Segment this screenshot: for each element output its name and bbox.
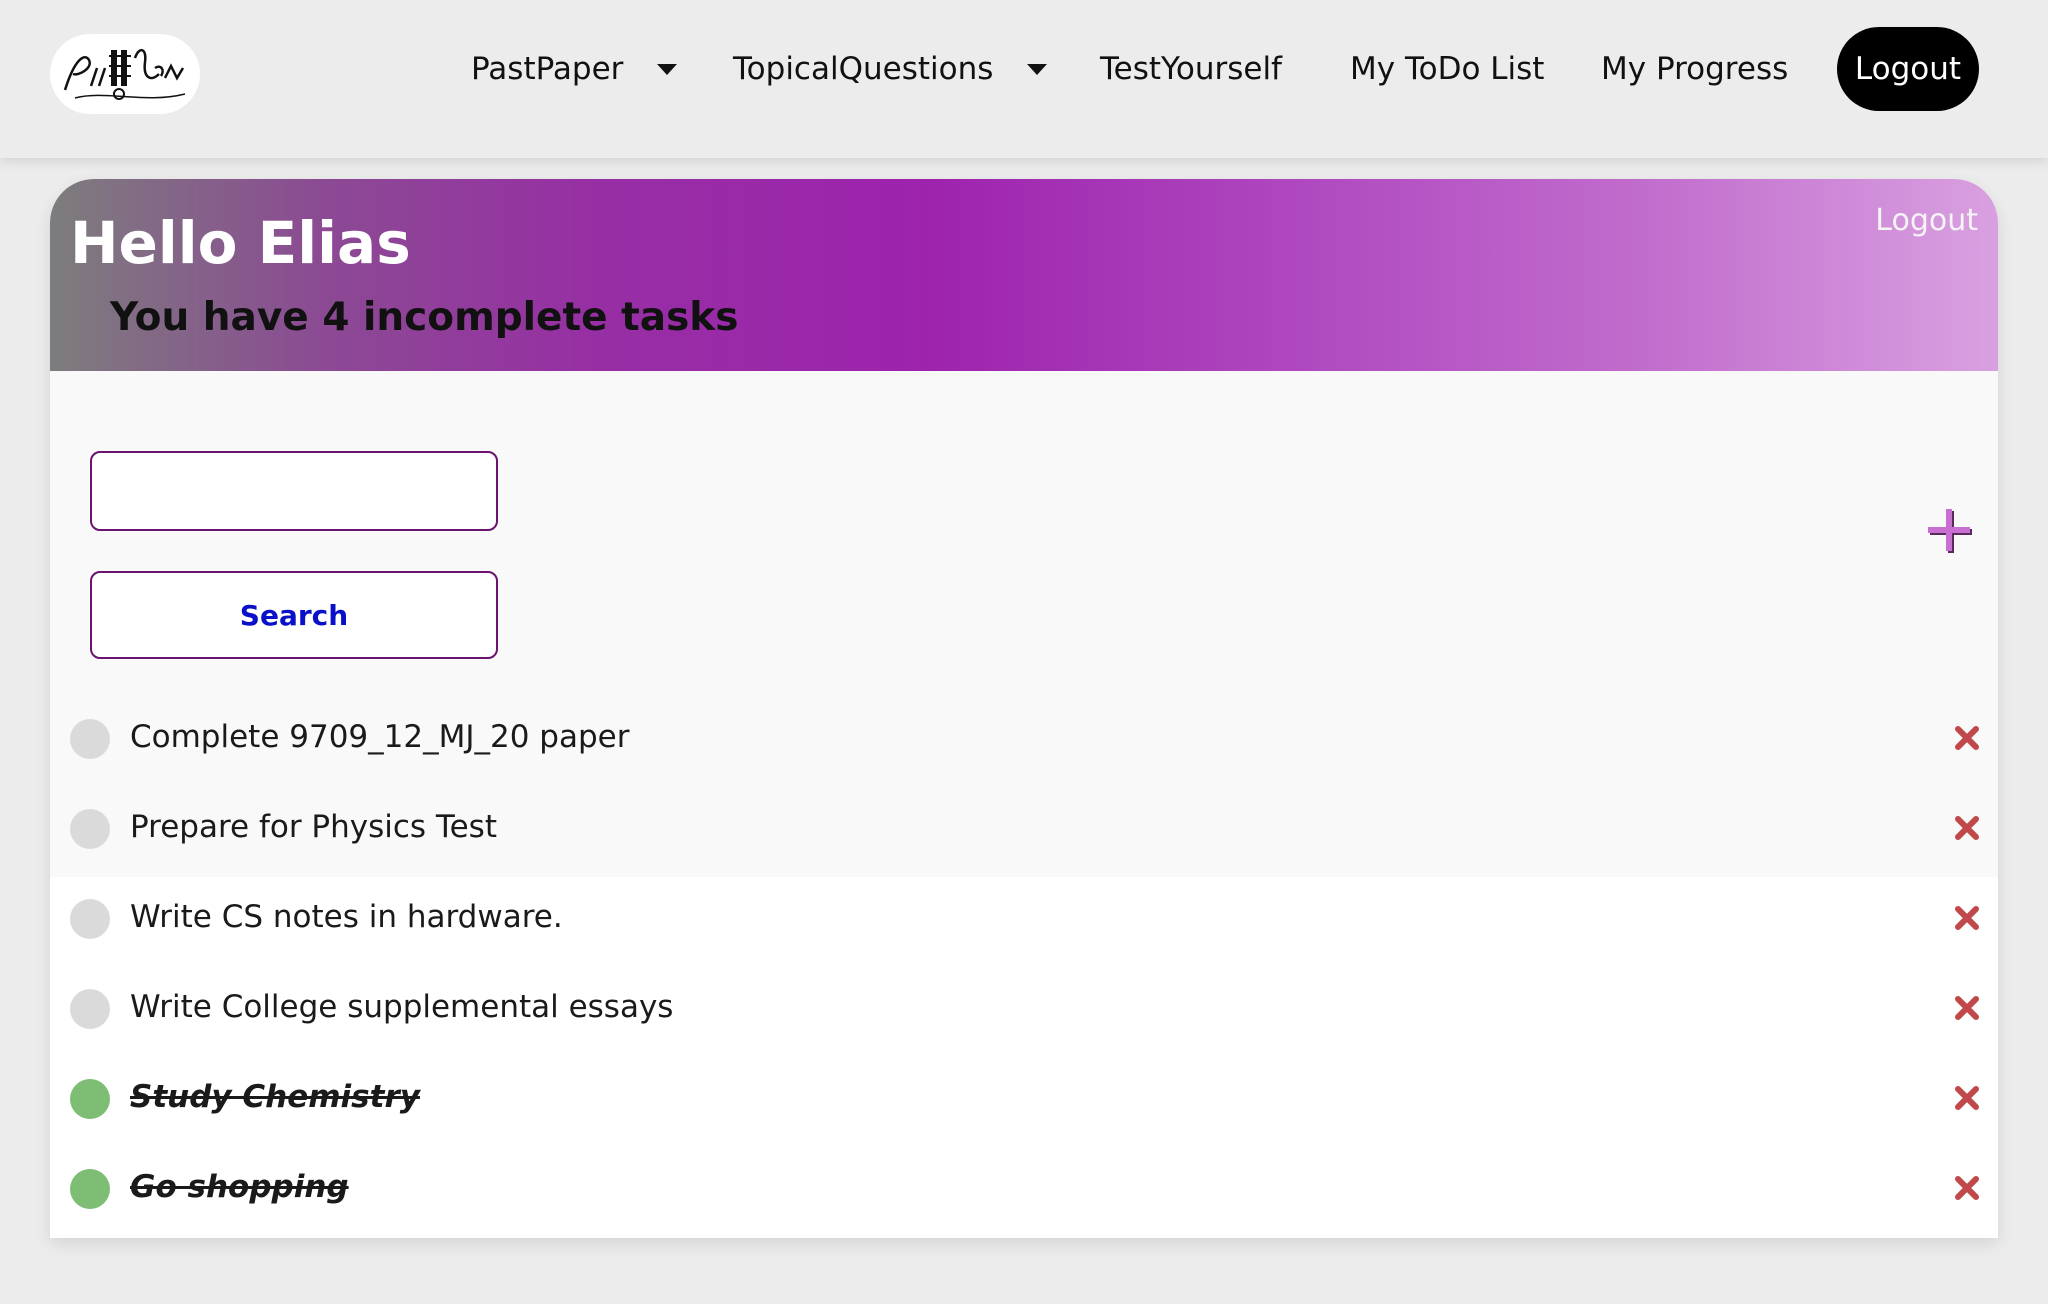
todo-card: Hello Elias You have 4 incomplete tasks … xyxy=(50,179,1998,1238)
nav-my-todo-list[interactable]: My ToDo List xyxy=(1350,46,1544,92)
search-button[interactable]: Search xyxy=(90,571,498,659)
nav-testyourself-label: TestYourself xyxy=(1100,51,1282,87)
task-status-toggle[interactable] xyxy=(70,719,110,759)
logo-icon xyxy=(57,40,193,108)
delete-icon[interactable] xyxy=(1954,1175,1980,1201)
chevron-down-icon[interactable] xyxy=(1027,63,1048,75)
delete-icon[interactable] xyxy=(1954,1085,1980,1111)
task-text: Write College supplemental essays xyxy=(130,989,674,1025)
task-item: Study Chemistry xyxy=(50,1075,1998,1165)
nav-my-progress-label: My Progress xyxy=(1601,51,1789,87)
top-nav: PastPaper TopicalQuestions TestYourself … xyxy=(0,0,2048,158)
delete-icon[interactable] xyxy=(1954,995,1980,1021)
task-text: Write CS notes in hardware. xyxy=(130,899,563,935)
task-item: Write College supplemental essays xyxy=(50,985,1998,1075)
plus-icon[interactable] xyxy=(1926,507,1974,555)
delete-icon[interactable] xyxy=(1954,725,1980,751)
task-item: Prepare for Physics Test xyxy=(50,805,1998,895)
nav-pastpaper[interactable]: PastPaper xyxy=(471,46,678,92)
task-text: Study Chemistry xyxy=(130,1079,420,1115)
search-input[interactable] xyxy=(90,451,498,531)
nav-logout-button[interactable]: Logout xyxy=(1837,27,1979,111)
nav-topicalquestions[interactable]: TopicalQuestions xyxy=(733,46,1048,92)
task-text: Go shopping xyxy=(130,1169,349,1205)
incomplete-count-text: You have 4 incomplete tasks xyxy=(110,295,739,340)
nav-my-progress[interactable]: My Progress xyxy=(1601,46,1788,92)
nav-testyourself[interactable]: TestYourself xyxy=(1100,46,1282,92)
task-text: Prepare for Physics Test xyxy=(130,809,497,845)
task-status-toggle[interactable] xyxy=(70,809,110,849)
delete-icon[interactable] xyxy=(1954,815,1980,841)
chevron-down-icon[interactable] xyxy=(657,63,678,75)
task-item: Write CS notes in hardware. xyxy=(50,895,1998,985)
task-status-toggle[interactable] xyxy=(70,1169,110,1209)
header-logout-link[interactable]: Logout xyxy=(1875,203,1978,238)
todo-header: Hello Elias You have 4 incomplete tasks … xyxy=(50,179,1998,371)
task-text: Complete 9709_12_MJ_20 paper xyxy=(130,719,630,755)
task-item: Complete 9709_12_MJ_20 paper xyxy=(50,715,1998,805)
nav-my-todo-list-label: My ToDo List xyxy=(1350,51,1545,87)
task-status-toggle[interactable] xyxy=(70,899,110,939)
nav-pastpaper-label: PastPaper xyxy=(471,51,624,87)
nav-topicalquestions-label: TopicalQuestions xyxy=(733,51,994,87)
task-status-toggle[interactable] xyxy=(70,1079,110,1119)
logo[interactable] xyxy=(50,34,200,114)
task-status-toggle[interactable] xyxy=(70,989,110,1029)
greeting-title: Hello Elias xyxy=(70,209,411,277)
delete-icon[interactable] xyxy=(1954,905,1980,931)
task-item: Go shopping xyxy=(50,1165,1998,1238)
